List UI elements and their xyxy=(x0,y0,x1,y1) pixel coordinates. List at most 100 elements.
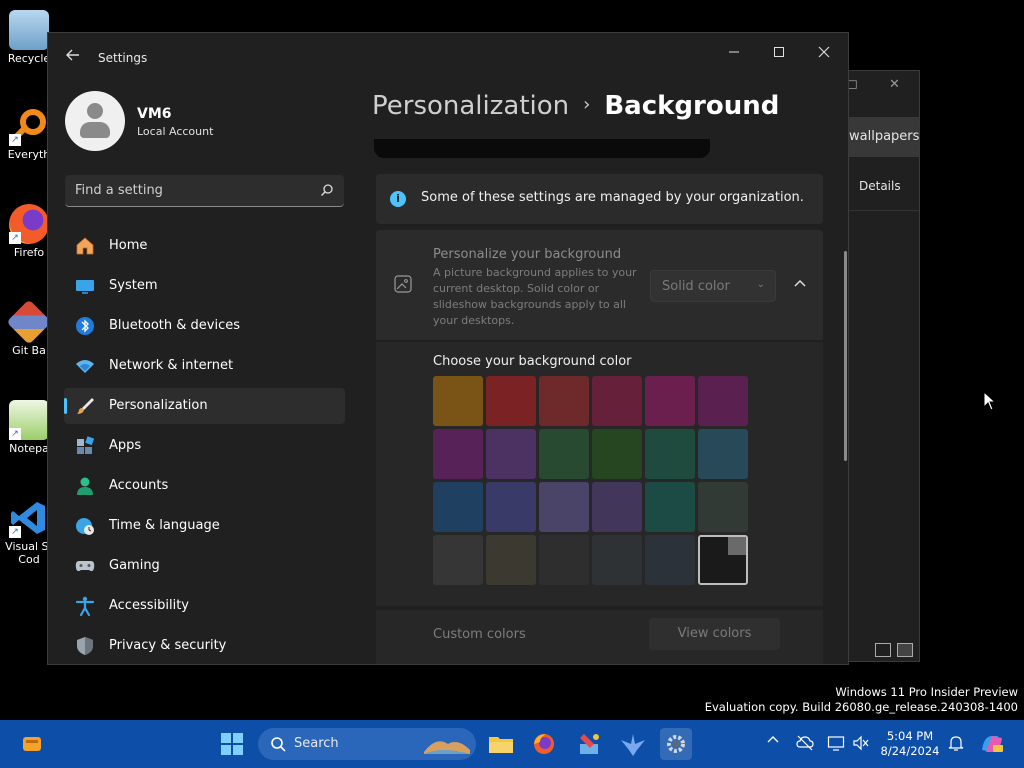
search-icon[interactable] xyxy=(320,183,334,197)
taskbar-file-explorer[interactable] xyxy=(485,728,517,760)
sidebar-item-accessibility[interactable]: Accessibility xyxy=(64,588,345,624)
chevron-down-icon: ⌄ xyxy=(756,279,765,290)
copilot-icon xyxy=(982,736,1003,752)
color-swatch[interactable] xyxy=(698,535,748,585)
color-swatch[interactable] xyxy=(433,429,483,479)
vscode-icon: ↗ xyxy=(9,498,49,538)
chevron-up-icon xyxy=(767,736,779,743)
taskbar-search[interactable]: Search xyxy=(258,728,476,760)
view-colors-button[interactable]: View colors xyxy=(649,618,780,650)
user-head-icon xyxy=(87,103,103,119)
content-pane: Personalization › Background i Some of the… xyxy=(360,81,848,664)
apps-icon xyxy=(77,436,95,454)
watermark-line-1: Windows 11 Pro Insider Preview xyxy=(835,685,1018,699)
sidebar-item-network[interactable]: Network & internet xyxy=(64,348,345,384)
breadcrumb-parent[interactable]: Personalization xyxy=(372,91,569,121)
maximize-button[interactable] xyxy=(757,39,801,69)
sidebar-item-personalization[interactable]: Personalization xyxy=(64,388,345,424)
color-swatch[interactable] xyxy=(486,429,536,479)
color-swatch[interactable] xyxy=(645,376,695,426)
gamepad-icon xyxy=(75,561,95,572)
taskbar-settings[interactable] xyxy=(660,728,692,760)
breadcrumb: Personalization › Background xyxy=(372,91,779,121)
details-button[interactable]: Details xyxy=(847,171,919,211)
firefox-icon xyxy=(534,734,554,754)
color-swatch[interactable] xyxy=(486,482,536,532)
scrollbar[interactable] xyxy=(844,251,847,461)
minimize-button[interactable] xyxy=(712,39,756,69)
color-swatch[interactable] xyxy=(433,482,483,532)
taskbar-app-5[interactable] xyxy=(617,728,649,760)
color-swatch[interactable] xyxy=(539,429,589,479)
wallpapers-folder-item[interactable]: wallpapers xyxy=(847,117,919,157)
nav-list: Home System Bluetooth & devices Network … xyxy=(64,228,345,664)
sidebar-item-time-language[interactable]: Time & language xyxy=(64,508,345,544)
sidebar-item-bluetooth[interactable]: Bluetooth & devices xyxy=(64,308,345,344)
app-title: Settings xyxy=(98,51,148,65)
copilot-button[interactable] xyxy=(976,728,1008,760)
sidebar-item-accounts[interactable]: Accounts xyxy=(64,468,345,504)
sidebar-item-gaming[interactable]: Gaming xyxy=(64,548,345,584)
taskbar-app-4[interactable] xyxy=(574,728,606,760)
color-swatch[interactable] xyxy=(539,482,589,532)
title-bar[interactable]: Settings xyxy=(48,33,848,81)
color-swatch[interactable] xyxy=(539,376,589,426)
background-type-select[interactable]: Solid color ⌄ xyxy=(650,270,776,302)
color-swatch[interactable] xyxy=(592,535,642,585)
back-button[interactable] xyxy=(62,47,84,69)
everything-app-icon: ↗ xyxy=(9,106,49,146)
widgets-button[interactable] xyxy=(16,728,48,760)
color-swatch[interactable] xyxy=(592,429,642,479)
sidebar-item-system[interactable]: System xyxy=(64,268,345,304)
large-icons-view-icon[interactable] xyxy=(897,643,913,657)
color-swatch[interactable] xyxy=(698,482,748,532)
color-swatch[interactable] xyxy=(539,535,589,585)
color-swatch[interactable] xyxy=(433,535,483,585)
personalize-description: A picture background applies to your cur… xyxy=(433,266,637,327)
color-swatch[interactable] xyxy=(698,376,748,426)
avatar[interactable] xyxy=(65,91,125,151)
color-swatch[interactable] xyxy=(592,376,642,426)
color-swatch[interactable] xyxy=(645,535,695,585)
widgets-icon xyxy=(23,737,41,751)
color-swatch[interactable] xyxy=(645,429,695,479)
notifications-button[interactable] xyxy=(947,734,965,752)
close-icon[interactable]: ✕ xyxy=(889,77,900,92)
details-view-icon[interactable] xyxy=(875,643,891,657)
sidebar-item-label: Accounts xyxy=(109,478,169,493)
taskbar-clock[interactable]: 5:04 PM 8/24/2024 xyxy=(880,729,940,759)
close-button[interactable] xyxy=(802,39,846,69)
taskbar-firefox[interactable] xyxy=(528,728,560,760)
start-button[interactable] xyxy=(216,728,248,760)
sidebar-item-privacy-security[interactable]: Privacy & security xyxy=(64,628,345,664)
tray-volume[interactable] xyxy=(852,734,870,752)
color-swatch[interactable] xyxy=(645,482,695,532)
custom-colors-card: Custom colors View colors xyxy=(376,610,823,664)
color-swatch[interactable] xyxy=(486,376,536,426)
clock-time: 5:04 PM xyxy=(886,729,934,743)
firefox-icon: ↗ xyxy=(9,204,49,244)
sidebar-item-label: Network & internet xyxy=(109,358,234,373)
tray-network-off[interactable] xyxy=(796,734,814,752)
shortcut-arrow-icon: ↗ xyxy=(9,134,21,146)
sidebar-item-apps[interactable]: Apps xyxy=(64,428,345,464)
maximize-icon xyxy=(774,47,784,57)
settings-window: Settings VM6 Local Account Find a settin… xyxy=(47,32,849,665)
chevron-right-icon: › xyxy=(583,94,591,115)
search-box[interactable] xyxy=(65,175,344,207)
desktop: Recycle ↗ Everyth ↗ Firefo Git Ba ↗ Note… xyxy=(0,0,1024,720)
tray-display[interactable] xyxy=(827,734,845,752)
background-explorer-window[interactable]: ◻ ✕ wallpapers Details xyxy=(846,70,920,662)
collapse-button[interactable] xyxy=(788,274,812,298)
accessibility-icon xyxy=(75,596,95,616)
color-swatch[interactable] xyxy=(698,429,748,479)
page-title: Background xyxy=(604,91,780,121)
sidebar-item-label: Bluetooth & devices xyxy=(109,318,240,333)
search-input[interactable] xyxy=(65,175,310,206)
user-name: VM6 xyxy=(137,106,172,122)
sidebar-item-home[interactable]: Home xyxy=(64,228,345,264)
color-swatch[interactable] xyxy=(486,535,536,585)
color-swatch[interactable] xyxy=(433,376,483,426)
show-hidden-icons-button[interactable] xyxy=(764,734,782,752)
color-swatch[interactable] xyxy=(592,482,642,532)
